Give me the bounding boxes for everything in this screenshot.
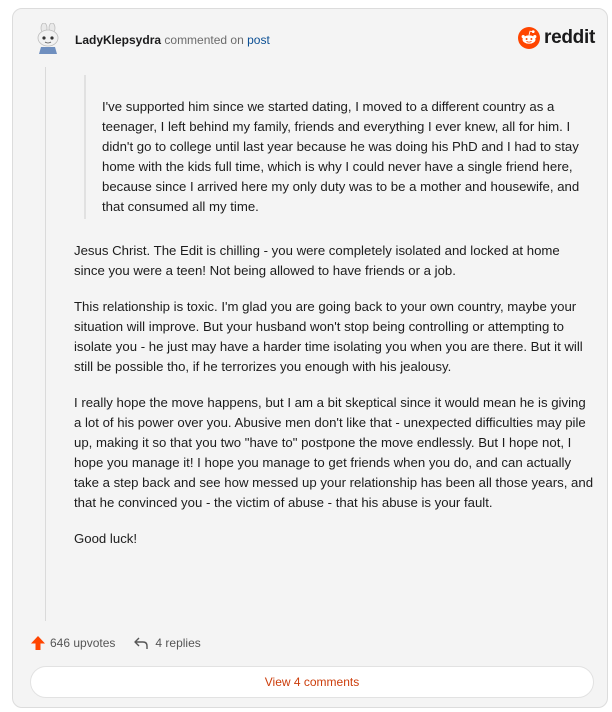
reply-count: 4 replies: [155, 636, 201, 650]
upvote-count: 646 upvotes: [50, 636, 116, 650]
comment-card: LadyKlepsydra commented on post reddit I…: [12, 8, 608, 708]
comment-body: Jesus Christ. The Edit is chilling - you…: [74, 241, 594, 565]
view-comments-button[interactable]: View 4 comments: [30, 666, 594, 698]
comment-paragraph: I really hope the move happens, but I am…: [74, 395, 594, 510]
comment-header: LadyKlepsydra commented on post reddit: [33, 23, 595, 57]
reddit-logo-icon: [518, 27, 541, 49]
upvote-arrow-icon: [31, 636, 45, 650]
upvote-button[interactable]: 646 upvotes: [30, 635, 115, 651]
post-link[interactable]: post: [247, 33, 270, 47]
brand-text: reddit: [544, 27, 595, 48]
blockquote: I've supported him since we started dati…: [84, 75, 590, 219]
reply-arrow-icon: [134, 637, 149, 649]
replies-button[interactable]: 4 replies: [133, 636, 201, 650]
comment-paragraph: Good luck!: [74, 531, 138, 546]
thread-line[interactable]: [45, 67, 46, 621]
author-name[interactable]: LadyKlepsydra: [75, 33, 161, 47]
action-text: commented on: [164, 33, 244, 47]
snoo-avatar-icon[interactable]: [33, 23, 63, 55]
quote-text: I've supported him since we started dati…: [102, 99, 580, 214]
author-line: LadyKlepsydra commented on post: [75, 33, 270, 47]
reddit-brand[interactable]: reddit: [518, 27, 595, 49]
comment-actions: 646 upvotes 4 replies: [30, 633, 201, 653]
comment-paragraph: This relationship is toxic. I'm glad you…: [74, 299, 583, 374]
comment-paragraph: Jesus Christ. The Edit is chilling - you…: [74, 243, 560, 278]
